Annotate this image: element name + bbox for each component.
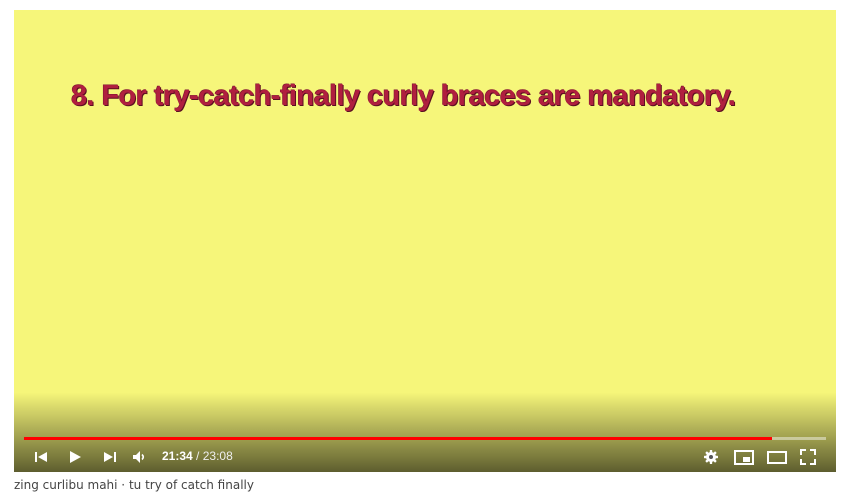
progress-bar[interactable]	[24, 437, 826, 440]
settings-icon	[704, 450, 718, 464]
fullscreen-button[interactable]	[797, 448, 819, 466]
below-caption: zing curlibu mahi · tu try of catch fina…	[14, 478, 254, 492]
progress-fill	[24, 437, 772, 440]
miniplayer-button[interactable]	[733, 448, 755, 466]
player-controls: 21:34 / 23:08	[14, 442, 836, 472]
video-player[interactable]: 8. For try-catch-finally curly braces ar…	[14, 10, 836, 472]
volume-icon	[133, 451, 145, 463]
next-icon	[104, 452, 116, 462]
settings-button[interactable]	[700, 448, 722, 466]
theater-mode-button[interactable]	[766, 448, 788, 466]
time-separator: /	[192, 449, 203, 463]
slide-text: 8. For try-catch-finally curly braces ar…	[71, 80, 736, 112]
duration: 23:08	[202, 449, 233, 463]
volume-button[interactable]	[129, 448, 151, 466]
play-icon	[70, 451, 81, 463]
current-time: 21:34	[162, 449, 193, 463]
previous-button[interactable]	[30, 448, 52, 466]
miniplayer-icon	[734, 449, 754, 465]
next-button[interactable]	[99, 448, 121, 466]
previous-icon	[35, 452, 47, 462]
time-display: 21:34 / 23:08	[162, 449, 233, 463]
play-button[interactable]	[64, 448, 86, 466]
fullscreen-icon	[800, 449, 816, 465]
theater-mode-icon	[767, 450, 787, 464]
